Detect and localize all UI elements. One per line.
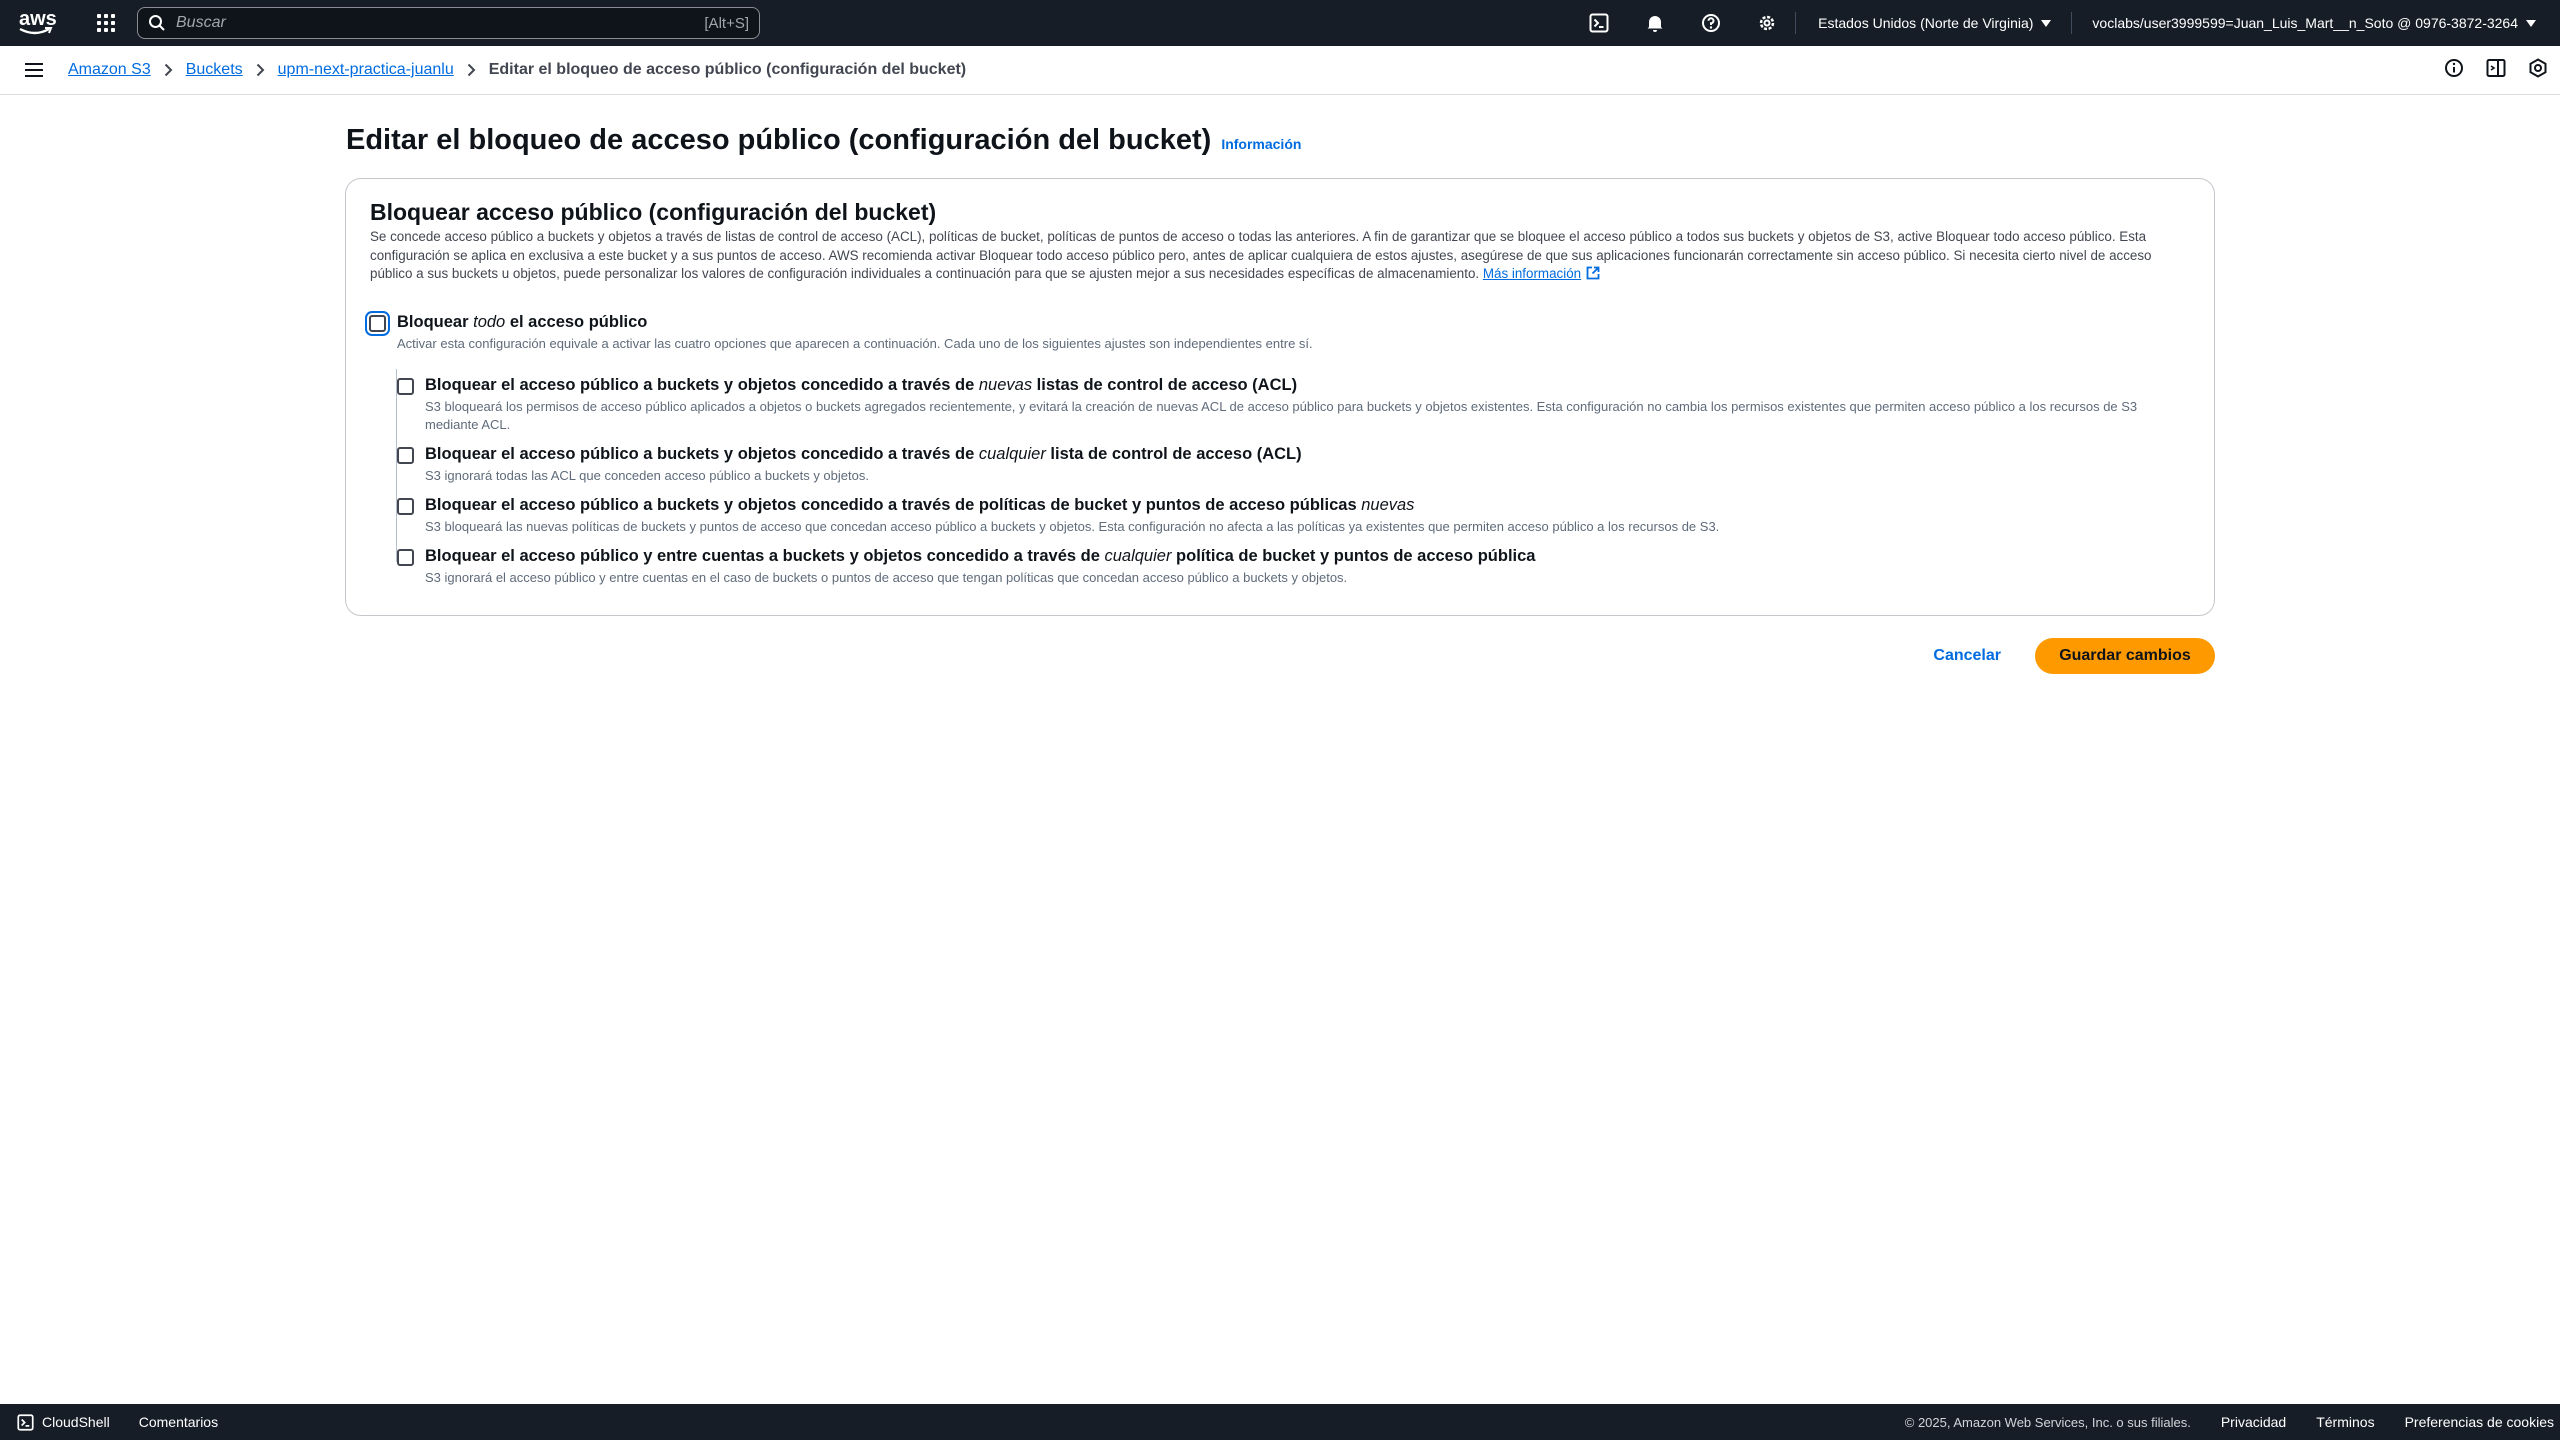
block-new-policies-description: S3 bloqueará las nuevas políticas de buc… [425, 519, 1720, 534]
block-any-acl-description: S3 ignorará todas las ACL que conceden a… [425, 468, 869, 483]
gear-icon [1759, 15, 1775, 31]
console-footer: CloudShell Comentarios © 2025, Amazon We… [0, 1404, 2560, 1440]
cancel-button[interactable]: Cancelar [1899, 647, 2035, 665]
notifications-button[interactable] [1627, 0, 1683, 46]
page-tools [2444, 46, 2548, 95]
breadcrumb-bucket-name[interactable]: upm-next-practica-juanlu [278, 61, 454, 79]
side-panel-icon [2486, 59, 2506, 77]
caret-down-icon [2041, 19, 2052, 27]
hexagon-settings-icon [2529, 58, 2547, 78]
region-label: Estados Unidos (Norte de Virginia) [1818, 15, 2034, 31]
chevron-right-icon [256, 63, 265, 77]
block-all-checkbox[interactable] [365, 311, 390, 336]
search-input[interactable] [176, 14, 705, 32]
apps-grid-icon [97, 14, 115, 32]
cloudshell-icon [1589, 13, 1609, 33]
block-new-acl-label: Bloquear el acceso público a buckets y o… [425, 376, 1298, 394]
block-any-policies-description: S3 ignorará el acceso público y entre cu… [425, 570, 1348, 585]
more-info-link-label: Más información [1482, 266, 1582, 281]
split-panel-button[interactable] [2486, 58, 2506, 83]
caret-down-icon [2526, 19, 2536, 27]
block-any-policies-checkbox[interactable] [397, 549, 414, 566]
panel-description-text: Se concede acceso público a buckets y ob… [370, 229, 2152, 281]
tools-button[interactable] [2528, 58, 2548, 83]
block-new-acl-description: S3 bloqueará los permisos de acceso públ… [425, 399, 2138, 432]
chevron-right-icon [467, 63, 476, 77]
aws-smile-icon [19, 27, 53, 35]
privacy-link[interactable]: Privacidad [2221, 1414, 2286, 1430]
settings-button[interactable] [1739, 0, 1795, 46]
bell-icon [1647, 16, 1663, 32]
account-label: voclabs/user3999599=Juan_Luis_Mart__n_So… [2092, 15, 2518, 31]
block-new-acl-checkbox[interactable] [397, 378, 414, 395]
cloudshell-footer-button[interactable]: CloudShell [17, 1413, 110, 1431]
cloudshell-icon [17, 1413, 34, 1431]
copyright-text: © 2025, Amazon Web Services, Inc. o sus … [1904, 1414, 2191, 1430]
block-all-label: Bloquear todo el acceso público [397, 313, 648, 331]
info-circle-icon [2445, 59, 2463, 77]
info-panel-button[interactable] [2444, 58, 2464, 83]
tree-connector [396, 369, 397, 561]
terms-link[interactable]: Términos [2316, 1414, 2374, 1430]
block-any-policies-label: Bloquear el acceso público y entre cuent… [425, 547, 1536, 565]
global-search[interactable]: [Alt+S] [137, 7, 760, 39]
block-new-policies-label: Bloquear el acceso público a buckets y o… [425, 496, 1415, 514]
search-shortcut-hint: [Alt+S] [704, 14, 749, 32]
breadcrumb-amazon-s3[interactable]: Amazon S3 [68, 61, 151, 79]
help-button[interactable] [1683, 0, 1739, 46]
panel-title: Bloquear acceso público (configuración d… [370, 199, 937, 225]
form-actions: Cancelar Guardar cambios [1899, 638, 2215, 674]
info-link[interactable]: Información [1221, 136, 1301, 152]
block-new-policies-checkbox[interactable] [397, 498, 414, 515]
more-info-link[interactable]: Más información [1483, 266, 1600, 281]
block-any-acl-checkbox[interactable] [397, 447, 414, 464]
block-all-description: Activar esta configuración equivale a ac… [397, 336, 1313, 351]
search-icon [149, 15, 165, 31]
page-header: Editar el bloqueo de acceso público (con… [346, 124, 1301, 157]
region-selector[interactable]: Estados Unidos (Norte de Virginia) [1796, 0, 2071, 46]
cloudshell-button[interactable] [1571, 0, 1627, 46]
breadcrumb-current: Editar el bloqueo de acceso público (con… [488, 61, 967, 78]
cookie-preferences-link[interactable]: Preferencias de cookies [2405, 1414, 2554, 1430]
aws-logo[interactable]: aws [19, 8, 63, 38]
page-title: Editar el bloqueo de acceso público (con… [346, 124, 1212, 156]
breadcrumb-bar: Amazon S3 Buckets upm-next-practica-juan… [0, 46, 2560, 95]
external-link-icon [1586, 266, 1600, 280]
block-public-access-panel: Bloquear acceso público (configuración d… [345, 178, 2215, 616]
account-menu[interactable]: voclabs/user3999599=Juan_Luis_Mart__n_So… [2072, 0, 2560, 46]
cloudshell-label: CloudShell [42, 1414, 110, 1430]
services-menu-button[interactable] [91, 8, 121, 38]
block-any-acl-label: Bloquear el acceso público a buckets y o… [425, 445, 1302, 463]
help-icon [1702, 14, 1721, 32]
save-changes-button[interactable]: Guardar cambios [2035, 638, 2215, 674]
top-navigation: aws [Alt+S] [0, 0, 2560, 46]
chevron-right-icon [164, 63, 173, 77]
side-nav-toggle[interactable] [0, 46, 68, 95]
panel-description: Se concede acceso público a buckets y ob… [370, 228, 2190, 284]
hamburger-menu-icon [25, 63, 43, 77]
feedback-link[interactable]: Comentarios [139, 1414, 218, 1430]
breadcrumb: Amazon S3 Buckets upm-next-practica-juan… [68, 61, 966, 79]
breadcrumb-buckets[interactable]: Buckets [186, 61, 243, 79]
